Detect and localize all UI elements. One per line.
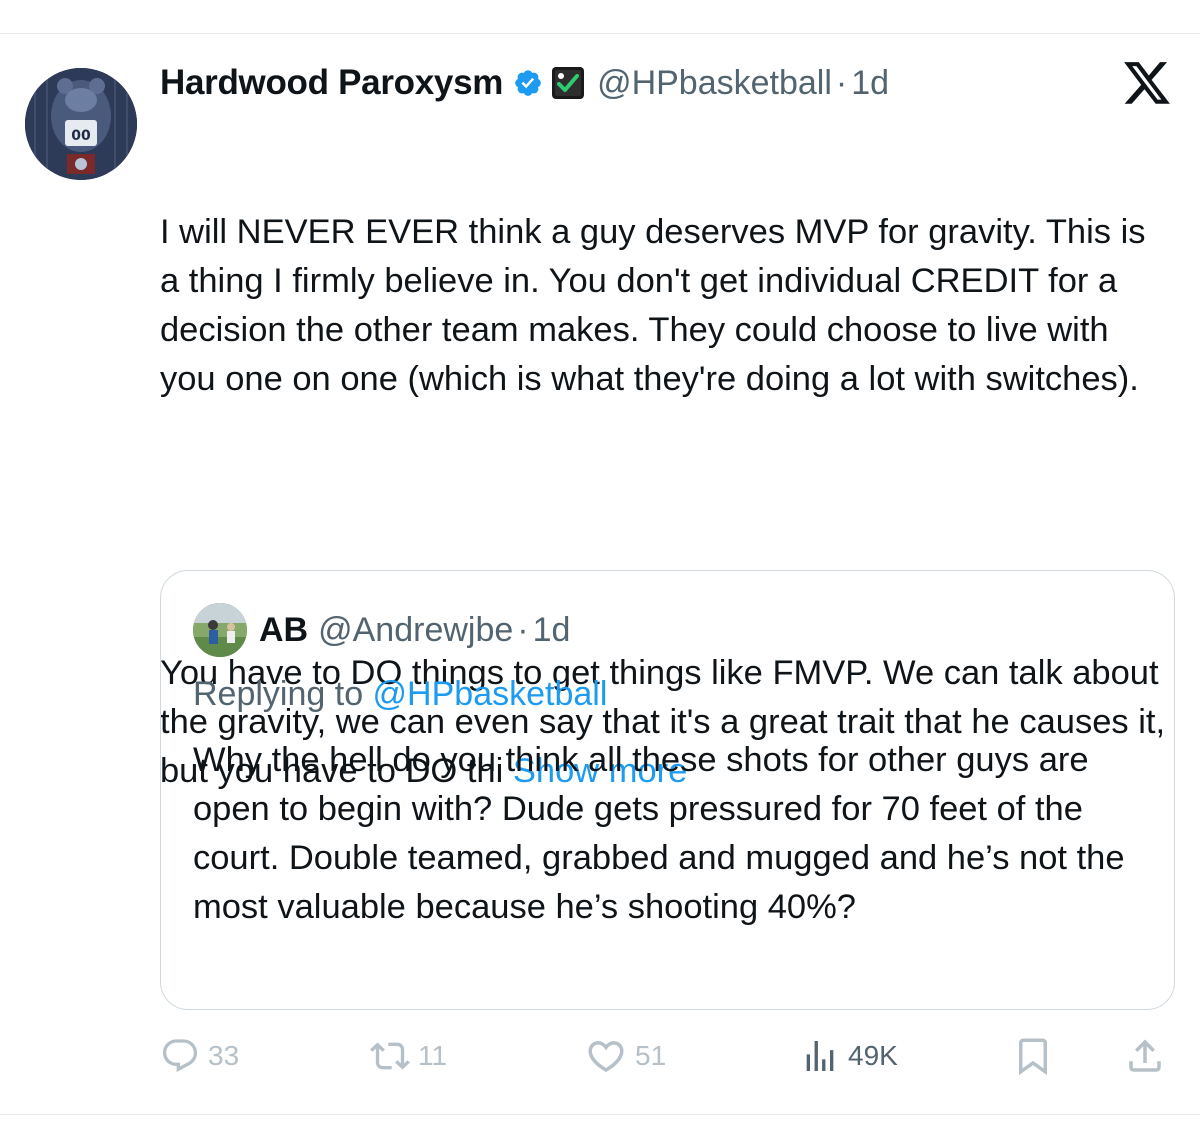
bookmark-button[interactable]	[1012, 1030, 1054, 1082]
quoted-author-handle[interactable]: @Andrewjbe	[318, 611, 513, 650]
tweet-header: Hardwood Paroxysm @HPbasketball · 1d	[160, 60, 889, 106]
views-button[interactable]: 49K	[800, 1030, 898, 1082]
views-icon	[800, 1036, 840, 1076]
quoted-header-separator: ·	[517, 610, 529, 649]
reply-button[interactable]: 33	[160, 1030, 239, 1082]
repost-button[interactable]: 11	[370, 1030, 447, 1082]
author-name[interactable]: Hardwood Paroxysm	[160, 63, 503, 103]
action-bar: 33 11 51 49K	[160, 1030, 1175, 1082]
like-button[interactable]: 51	[585, 1030, 666, 1082]
like-count: 51	[635, 1040, 667, 1071]
header-separator: ·	[835, 63, 848, 102]
quoted-author-avatar[interactable]	[193, 603, 247, 657]
share-icon	[1124, 1035, 1166, 1077]
bookmark-icon	[1012, 1035, 1054, 1077]
repost-icon	[370, 1036, 410, 1076]
heart-icon	[585, 1035, 627, 1077]
top-divider	[0, 33, 1200, 34]
tweet-paragraph-1: I will NEVER EVER think a guy deserves M…	[160, 213, 1156, 398]
quoted-author-name[interactable]: AB	[259, 611, 308, 650]
replying-to: Replying to @HPbasketball	[193, 675, 607, 714]
views-count: 49K	[848, 1040, 898, 1071]
repost-count: 11	[418, 1040, 448, 1071]
bottom-divider	[0, 1114, 1200, 1115]
quoted-tweet[interactable]: AB @Andrewjbe · 1d Replying to @HPbasket…	[160, 570, 1175, 1010]
affiliate-badge-icon[interactable]	[551, 66, 585, 100]
replying-to-prefix: Replying to	[193, 675, 373, 713]
quoted-timestamp[interactable]: 1d	[533, 611, 571, 650]
verified-badge-icon[interactable]	[513, 68, 543, 98]
share-button[interactable]	[1124, 1030, 1166, 1082]
x-logo-icon	[1122, 60, 1172, 108]
svg-text:00: 00	[71, 128, 91, 144]
quoted-tweet-header: AB @Andrewjbe · 1d	[193, 603, 570, 657]
author-handle[interactable]: @HPbasketball	[597, 64, 832, 103]
quoted-tweet-text: Why the hell do you think all these shot…	[193, 741, 1125, 926]
reply-count: 33	[208, 1040, 240, 1071]
replying-to-handle[interactable]: @HPbasketball	[373, 675, 608, 713]
reply-icon	[160, 1036, 200, 1076]
tweet-timestamp[interactable]: 1d	[851, 64, 889, 103]
author-avatar[interactable]: 00	[25, 68, 137, 180]
